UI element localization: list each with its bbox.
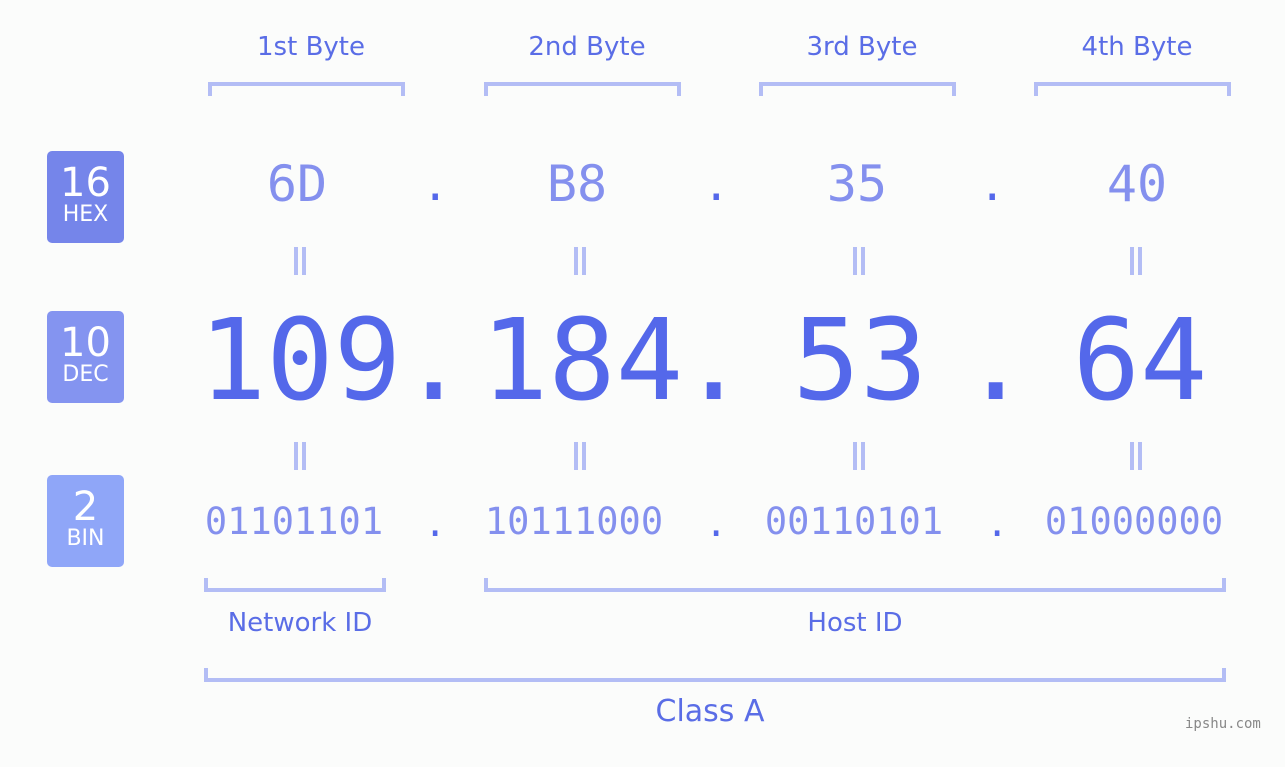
bin-octet-4: 01000000 [1044, 500, 1224, 543]
dec-separator-3: . [962, 296, 1030, 426]
bin-octet-3: 00110101 [764, 500, 944, 543]
byte-header-2: 2nd Byte [528, 32, 646, 62]
network-id-label: Network ID [227, 608, 373, 638]
equals-icon [849, 442, 869, 470]
equals-icon [570, 442, 590, 470]
hex-octet-3: 35 [826, 155, 888, 213]
bin-separator-2: . [705, 502, 728, 545]
byte-header-4: 4th Byte [1081, 32, 1193, 62]
hex-octet-4: 40 [1106, 155, 1168, 213]
watermark: ipshu.com [1185, 716, 1261, 732]
bin-badge-label: BIN [66, 526, 105, 551]
byte-header-1: 1st Byte [257, 32, 365, 62]
hex-badge: 16 HEX [47, 151, 124, 243]
hex-octet-1: 6D [266, 155, 328, 213]
host-id-label: Host ID [807, 608, 903, 638]
hex-octet-2: B8 [546, 155, 608, 213]
dec-separator-1: . [400, 296, 468, 426]
hex-badge-number: 16 [60, 160, 111, 206]
byte-header-3: 3rd Byte [806, 32, 918, 62]
hex-separator-3: . [979, 160, 1006, 211]
network-id-bracket [204, 578, 386, 592]
equals-icon [290, 247, 310, 275]
bin-octet-2: 10111000 [484, 500, 664, 543]
dec-octet-1: 109 [198, 296, 402, 426]
byte-bracket-4 [1034, 82, 1231, 96]
equals-icon [570, 247, 590, 275]
equals-icon [849, 247, 869, 275]
dec-octet-4: 64 [1072, 296, 1208, 426]
hex-badge-label: HEX [62, 202, 109, 227]
bin-badge: 2 BIN [47, 475, 124, 567]
bin-separator-3: . [986, 502, 1009, 545]
class-bracket [204, 668, 1226, 682]
equals-icon [1126, 442, 1146, 470]
dec-badge-label: DEC [62, 362, 109, 387]
dec-separator-2: . [680, 296, 748, 426]
class-label: Class A [655, 694, 765, 729]
equals-icon [1126, 247, 1146, 275]
byte-bracket-1 [208, 82, 405, 96]
dec-badge: 10 DEC [47, 311, 124, 403]
byte-bracket-2 [484, 82, 681, 96]
bin-badge-number: 2 [72, 484, 99, 530]
dec-octet-2: 184 [480, 296, 684, 426]
byte-bracket-3 [759, 82, 956, 96]
bin-octet-1: 01101101 [204, 500, 384, 543]
dec-badge-number: 10 [60, 320, 111, 366]
hex-separator-2: . [703, 160, 730, 211]
equals-icon [290, 442, 310, 470]
dec-octet-3: 53 [792, 296, 928, 426]
hex-separator-1: . [422, 160, 449, 211]
host-id-bracket [484, 578, 1226, 592]
bin-separator-1: . [424, 502, 447, 545]
